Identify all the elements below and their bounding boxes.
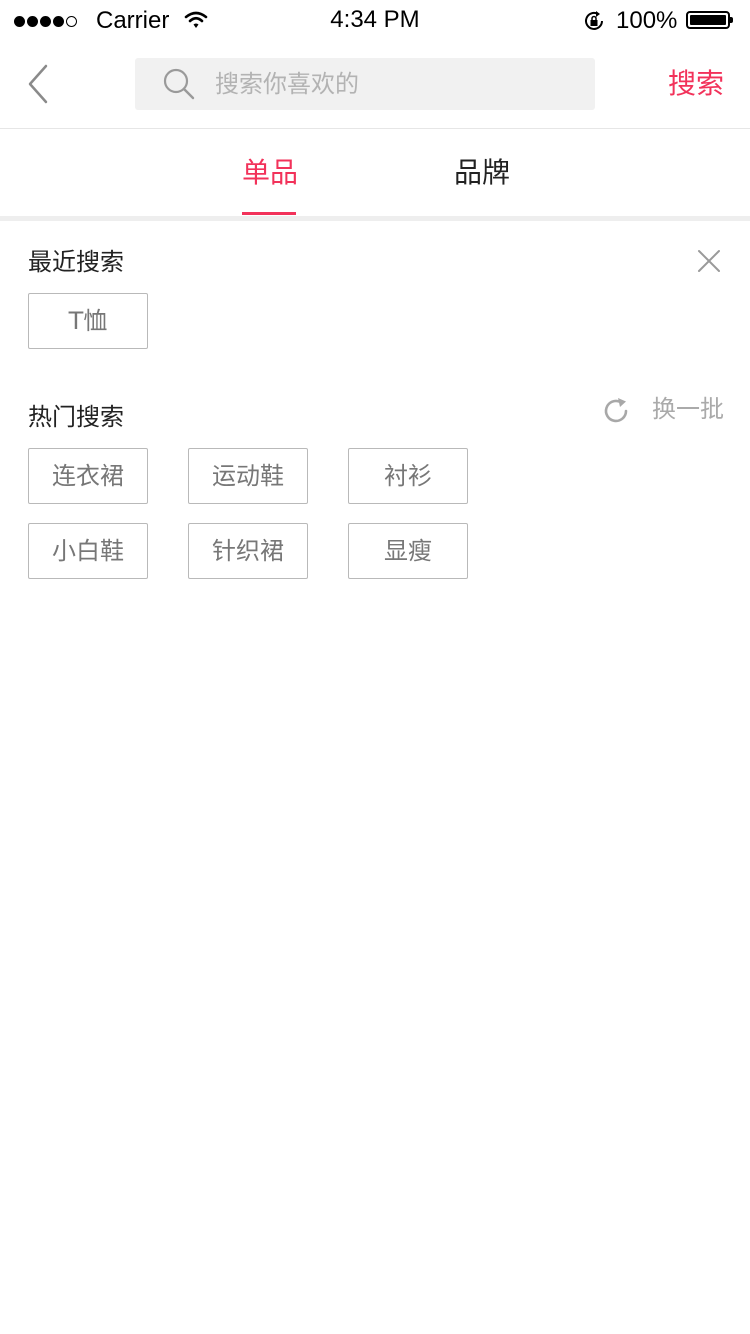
battery-icon [686,11,733,29]
tab-items[interactable]: 单品 [242,155,298,191]
back-button[interactable] [22,62,58,106]
close-icon [698,250,720,272]
search-type-tabs: 单品 品牌 [0,129,750,217]
hot-search-tag[interactable]: 运动鞋 [188,448,308,504]
search-input[interactable] [215,58,575,110]
hot-search-tag[interactable]: 针织裙 [188,523,308,579]
section-divider [0,216,750,221]
recent-search-title: 最近搜索 [28,248,124,276]
chevron-left-icon [28,64,48,104]
status-bar: Carrier 4:34 PM 100% [0,0,750,40]
refresh-label: 换一批 [652,395,724,423]
search-icon [163,68,195,100]
hot-search-tag[interactable]: 小白鞋 [28,523,148,579]
hot-search-title: 热门搜索 [28,403,124,431]
recent-search-tag[interactable]: T恤 [28,293,148,349]
hot-search-tag[interactable]: 显瘦 [348,523,468,579]
clear-history-button[interactable] [694,246,724,276]
hot-search-tag[interactable]: 连衣裙 [28,448,148,504]
search-button[interactable]: 搜索 [668,66,724,102]
rotation-lock-icon [585,11,603,30]
search-nav-bar: 搜索 [0,40,750,129]
tab-brand[interactable]: 品牌 [454,155,510,191]
active-tab-indicator [242,212,296,215]
search-box[interactable] [135,58,595,110]
refresh-icon [604,398,628,423]
hot-search-tag[interactable]: 衬衫 [348,448,468,504]
battery-percentage: 100% [616,7,678,34]
